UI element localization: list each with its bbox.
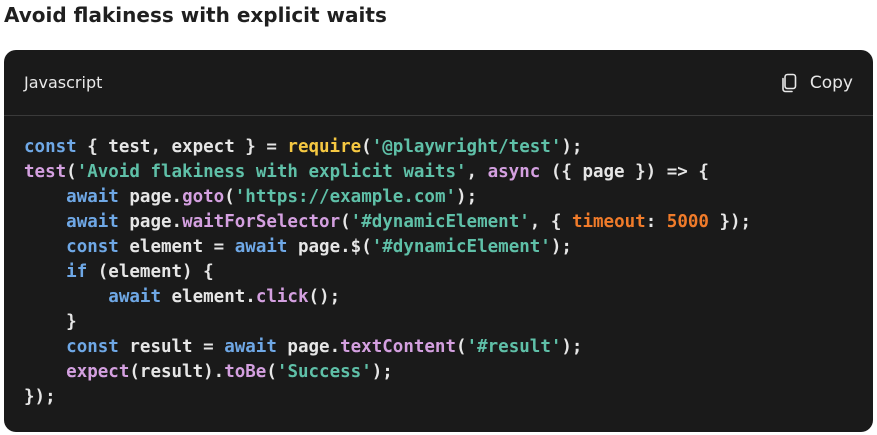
code-token: ); [561,337,583,357]
code-token: (element) { [87,262,214,282]
code-token: waitForSelector [182,212,341,232]
code-token: page. [118,212,183,232]
code-token: '#result' [466,337,562,357]
section-heading: Avoid flakiness with explicit waits [4,3,387,27]
code-line: await element.click(); [24,285,751,310]
code-token: (result). [129,362,225,382]
code-token: await [224,337,277,357]
code-token: goto [182,187,225,207]
code-token: }); [24,387,56,407]
code-token: expect [66,362,130,382]
code-token: async [487,162,541,182]
code-token: ); [561,137,583,157]
code-token: 'Success' [276,362,372,382]
code-token: timeout [571,212,646,232]
code-line: if (element) { [24,260,751,285]
code-token: click [255,287,309,307]
code-token: require [287,137,362,157]
copy-button-label: Copy [809,73,853,93]
code-token: page. [276,337,341,357]
code-token: '#dynamicElement' [371,237,551,257]
code-token: '#dynamicElement' [350,212,530,232]
code-token: , { [529,212,572,232]
code-token: toBe [224,362,267,382]
code-line: expect(result).toBe('Success'); [24,360,751,385]
code-token: if [66,262,88,282]
code-block: Javascript Copy const { test, expect } =… [4,50,873,432]
code-token: : [645,212,667,232]
code-token: element = [118,237,235,257]
code-line: }); [24,385,751,410]
code-token: 5000 [666,212,709,232]
code-block-header: Javascript Copy [4,50,873,116]
copy-icon [782,73,797,93]
code-token: await [108,287,161,307]
code-token: await [66,212,119,232]
code-token: test [24,162,67,182]
code-token: element. [160,287,256,307]
code-line: test('Avoid flakiness with explicit wait… [24,160,751,185]
code-token: const [66,337,119,357]
code-token: const [24,137,77,157]
code-token: ); [550,237,572,257]
code-line: const result = await page.textContent('#… [24,335,751,360]
code-token: ( [224,187,235,207]
code-line: await page.waitForSelector('#dynamicElem… [24,210,751,235]
code-line: const element = await page.$('#dynamicEl… [24,235,751,260]
code-token: result = [118,337,225,357]
code-token: ); [456,187,478,207]
code-line: } [24,310,751,335]
code-token: ( [66,162,77,182]
code-token: await [66,187,119,207]
code-token: ); [371,362,393,382]
code-token: page.$( [287,237,372,257]
code-token: ({ page }) => { [540,162,709,182]
code-token: { test, expect } = [76,137,288,157]
code-token: await [234,237,288,257]
code-token: } [24,312,77,332]
code-token: , [466,162,488,182]
language-label: Javascript [24,73,103,92]
code-token: 'Avoid flakiness with explicit waits' [76,162,467,182]
code-line: const { test, expect } = require('@playw… [24,135,751,160]
code-token: }); [708,212,752,232]
code-token: ( [361,137,372,157]
code-token: ( [340,212,351,232]
copy-button[interactable]: Copy [780,68,853,98]
code-token: 'https://example.com' [234,187,457,207]
code-token: page. [118,187,183,207]
code-token: ( [456,337,467,357]
code-line: await page.goto('https://example.com'); [24,185,751,210]
code-token: ( [266,362,277,382]
code-token: textContent [340,337,457,357]
code-content: const { test, expect } = require('@playw… [24,135,751,410]
code-token: const [66,237,119,257]
code-token: '@playwright/test' [371,137,562,157]
code-token: (); [308,287,341,307]
